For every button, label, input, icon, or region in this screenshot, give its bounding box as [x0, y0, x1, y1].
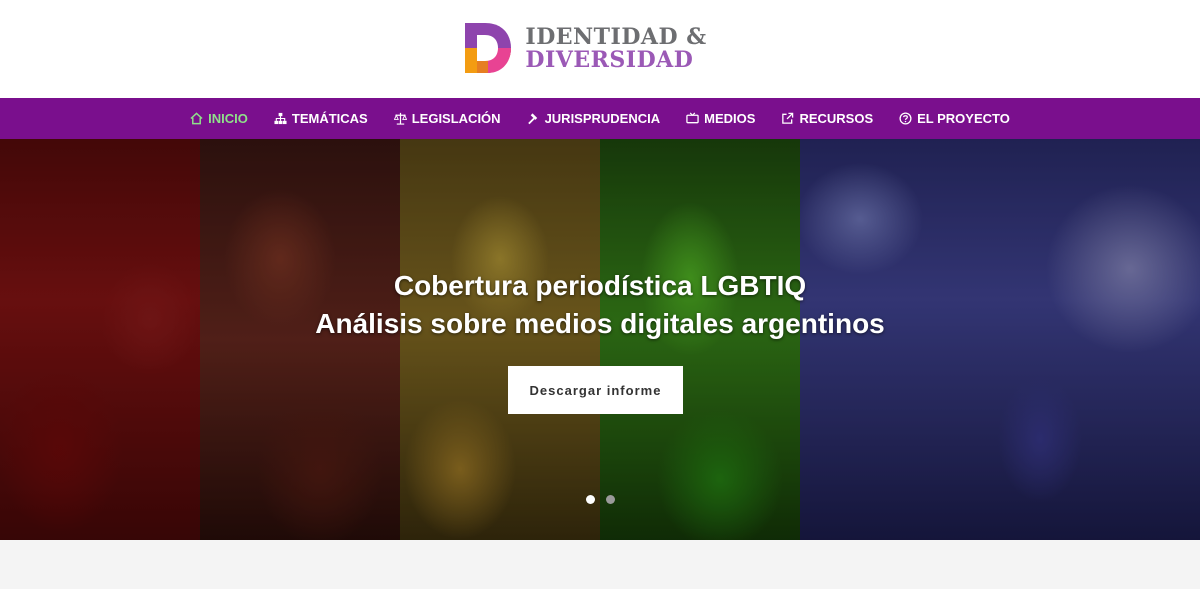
slider-dot-2[interactable]: [606, 495, 615, 504]
site-header: IDENTIDAD & DIVERSIDAD: [0, 0, 1200, 98]
gavel-icon: [527, 113, 537, 125]
hero-title-line2: Análisis sobre medios digitales argentin…: [315, 308, 885, 339]
site-logo[interactable]: IDENTIDAD & DIVERSIDAD: [463, 21, 706, 75]
nav-item-medios[interactable]: MEDIOS: [673, 98, 768, 139]
nav-item-tematicas[interactable]: TEMÁTICAS: [261, 98, 381, 139]
nav-item-recursos[interactable]: RECURSOS: [768, 98, 886, 139]
nav-label: TEMÁTICAS: [291, 111, 368, 126]
content-section: [0, 540, 1200, 589]
hero-slider: Cobertura periodística LGBTIQ Análisis s…: [0, 139, 1200, 540]
balance-scale-icon: [393, 112, 407, 125]
logo-d-icon: [465, 23, 512, 73]
nav-label: JURISPRUDENCIA: [544, 111, 661, 126]
main-nav: INICIO TEMÁTICAS LEGISLACIÓN JURISPRUDEN…: [0, 98, 1200, 139]
tv-icon: [686, 112, 699, 124]
nav-item-el-proyecto[interactable]: EL PROYECTO: [886, 98, 1023, 139]
nav-item-legislacion[interactable]: LEGISLACIÓN: [381, 98, 514, 139]
nav-label: RECURSOS: [799, 111, 874, 126]
nav-label: EL PROYECTO: [917, 111, 1010, 126]
question-circle-icon: [899, 112, 912, 125]
nav-label: MEDIOS: [704, 111, 756, 126]
sitemap-icon: [274, 112, 287, 125]
nav-label: INICIO: [208, 111, 248, 126]
logo-text-identidad: IDENTIDAD &: [525, 23, 707, 50]
download-report-button[interactable]: Descargar informe: [508, 366, 683, 414]
logo-text-diversidad: DIVERSIDAD: [525, 46, 694, 73]
home-icon: [190, 112, 203, 125]
slider-dot-1[interactable]: [586, 495, 595, 504]
nav-label: LEGISLACIÓN: [411, 111, 501, 126]
nav-item-jurisprudencia[interactable]: JURISPRUDENCIA: [514, 98, 674, 139]
hero-title-line1: Cobertura periodística LGBTIQ: [393, 270, 807, 301]
slider-pagination: [586, 495, 615, 504]
external-link-icon: [782, 112, 794, 124]
nav-item-inicio[interactable]: INICIO: [177, 98, 261, 139]
hero-title: Cobertura periodística LGBTIQ Análisis s…: [0, 267, 1200, 343]
